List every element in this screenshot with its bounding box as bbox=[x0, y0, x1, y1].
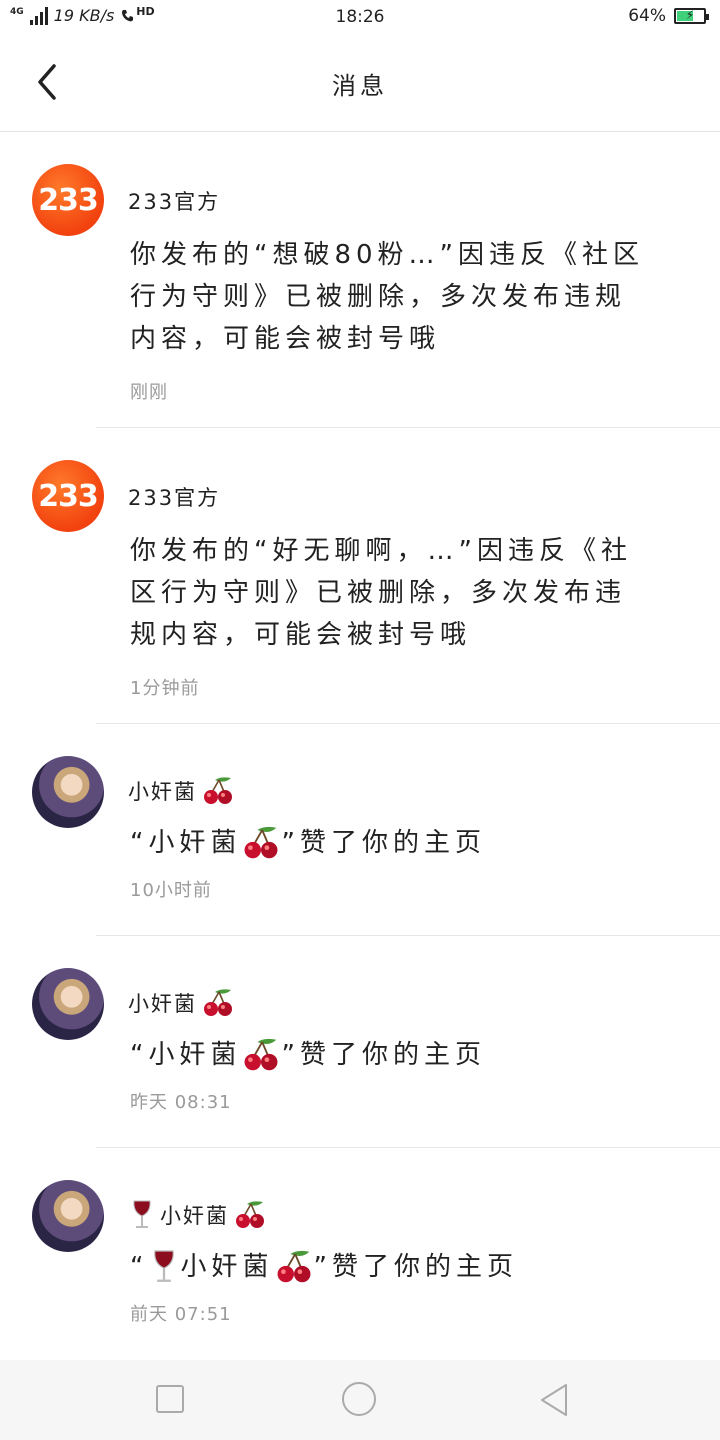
sender-label: 小奸菌 bbox=[160, 1204, 229, 1228]
clock: 18:26 bbox=[335, 7, 385, 27]
message-time: 1分钟前 bbox=[130, 678, 200, 699]
sender-label: 233官方 bbox=[128, 486, 221, 510]
message-item[interactable]: 小奸菌 “小奸菌 ”赞了你的主页 10小时前 bbox=[0, 724, 720, 936]
like-text-prefix: “小奸菌 bbox=[130, 1040, 242, 1070]
message-item[interactable]: 233 233官方 你发布的“想破80粉…”因违反《社区行为守则》已被删除，多次… bbox=[0, 132, 720, 428]
message-text: 你发布的“好无聊啊，…”因违反《社区行为守则》已被删除，多次发布违规内容，可能会… bbox=[130, 536, 632, 650]
like-text-name: 小奸菌 bbox=[180, 1252, 274, 1282]
message-item[interactable]: 小奸菌 “ 小奸菌 ”赞了你的主页 前天 07:51 bbox=[0, 1148, 720, 1360]
message-item[interactable]: 小奸菌 “小奸菌 ”赞了你的主页 昨天 08:31 bbox=[0, 936, 720, 1148]
cherry-icon bbox=[245, 1038, 278, 1071]
circle-icon[interactable] bbox=[342, 1382, 376, 1416]
sender-name[interactable]: 小奸菌 bbox=[128, 774, 235, 808]
triangle-back-icon[interactable] bbox=[534, 1380, 574, 1420]
message-time: 刚刚 bbox=[130, 382, 168, 403]
page-title: 消息 bbox=[332, 72, 388, 100]
avatar[interactable] bbox=[32, 756, 104, 828]
title-bar: 消息 bbox=[0, 34, 720, 132]
message-time: 昨天 08:31 bbox=[130, 1092, 232, 1113]
message-time: 前天 07:51 bbox=[130, 1304, 232, 1325]
avatar[interactable] bbox=[32, 1180, 104, 1252]
message-time: 10小时前 bbox=[130, 880, 212, 901]
status-right: 64% ⚡ bbox=[628, 6, 709, 26]
like-text-suffix: ”赞了你的主页 bbox=[281, 1040, 486, 1070]
cherry-icon bbox=[277, 1250, 310, 1283]
status-bar: 4G 19 KB/s HD 18:26 64% ⚡ bbox=[0, 0, 720, 34]
battery-percent: 64% bbox=[628, 6, 666, 26]
battery-icon: ⚡ bbox=[674, 8, 709, 24]
like-text-suffix: ”赞了你的主页 bbox=[281, 828, 486, 858]
system-nav-bar bbox=[0, 1360, 720, 1440]
like-text-prefix: “小奸菌 bbox=[130, 828, 242, 858]
sender-label: 小奸菌 bbox=[128, 992, 197, 1016]
cherry-icon bbox=[236, 1201, 264, 1228]
message-text: 你发布的“想破80粉…”因违反《社区行为守则》已被删除，多次发布违规内容，可能会… bbox=[130, 240, 645, 354]
sender-label: 小奸菌 bbox=[128, 780, 197, 804]
cherry-icon bbox=[245, 826, 278, 859]
sender-label: 233官方 bbox=[128, 190, 221, 214]
cherry-icon bbox=[204, 989, 232, 1016]
avatar[interactable] bbox=[32, 968, 104, 1040]
avatar[interactable]: 233 bbox=[32, 164, 104, 236]
wine-glass-icon bbox=[154, 1250, 175, 1282]
avatar[interactable]: 233 bbox=[32, 460, 104, 532]
cherry-icon bbox=[204, 777, 232, 804]
wine-glass-icon bbox=[133, 1200, 151, 1228]
sender-name[interactable]: 233官方 bbox=[128, 482, 220, 512]
like-text-prefix: “ bbox=[130, 1252, 149, 1282]
avatar-logo-text: 233 bbox=[38, 182, 99, 218]
avatar-logo-text: 233 bbox=[38, 478, 99, 514]
like-text: “小奸菌 ”赞了你的主页 bbox=[130, 822, 650, 864]
sender-name[interactable]: 小奸菌 bbox=[128, 1198, 267, 1232]
square-icon[interactable] bbox=[156, 1385, 184, 1413]
like-text: “小奸菌 ”赞了你的主页 bbox=[130, 1034, 650, 1076]
message-item[interactable]: 233 233官方 你发布的“好无聊啊，…”因违反《社区行为守则》已被删除，多次… bbox=[0, 428, 720, 724]
sender-name[interactable]: 233官方 bbox=[128, 186, 220, 216]
like-text-suffix: ”赞了你的主页 bbox=[313, 1252, 518, 1282]
sender-name[interactable]: 小奸菌 bbox=[128, 986, 235, 1020]
like-text: “ 小奸菌 ”赞了你的主页 bbox=[130, 1246, 650, 1288]
